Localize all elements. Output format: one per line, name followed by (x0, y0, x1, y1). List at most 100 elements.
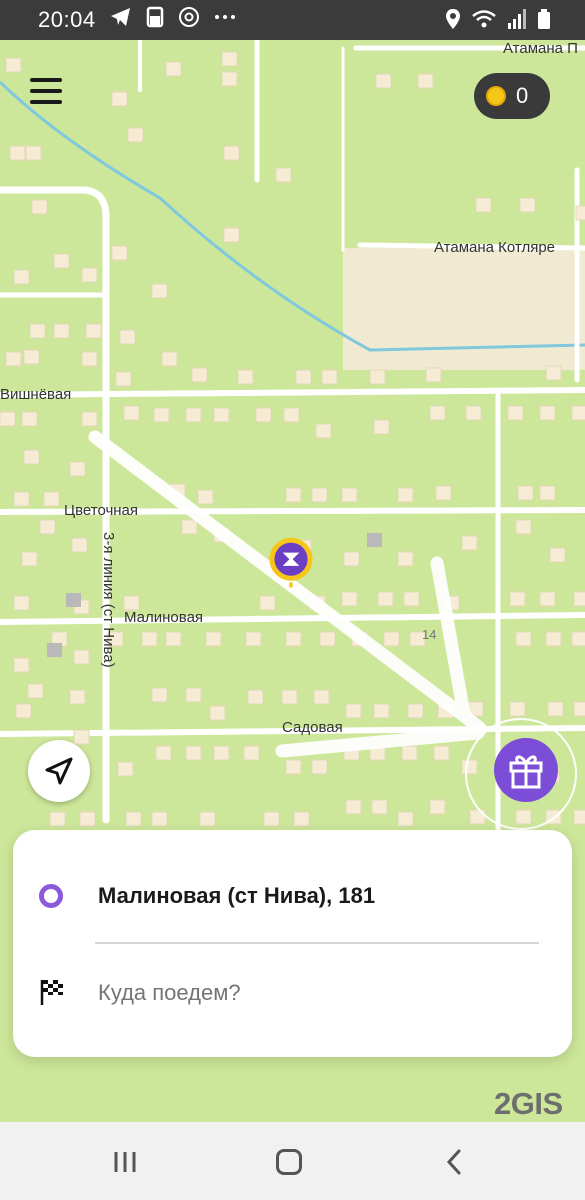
street-label: Цветочная (64, 502, 139, 519)
house-block (397, 487, 414, 503)
gift-button[interactable] (494, 738, 558, 802)
2gis-logo: 2GIS (494, 1086, 563, 1121)
house-block (237, 369, 254, 385)
house-block (123, 405, 140, 421)
house-block (375, 73, 392, 89)
street-label: Атамана Котляре (434, 239, 556, 256)
house-block (549, 547, 566, 563)
house-block (25, 145, 42, 161)
house-block (515, 519, 532, 535)
status-time: 20:04 (38, 7, 96, 32)
house-block (53, 323, 70, 339)
house-block (185, 687, 202, 703)
street-label: Вишнёвая (0, 386, 72, 403)
coins-balance-button[interactable]: 0 (474, 73, 550, 119)
house-block (259, 595, 276, 611)
house-block (153, 407, 170, 423)
home-icon[interactable] (276, 1149, 302, 1175)
house-block (573, 591, 585, 607)
house-block (573, 809, 585, 825)
street-label: Малиновая (124, 609, 204, 626)
house-block (13, 595, 30, 611)
navigation-arrow-icon (45, 757, 73, 785)
house-block (571, 631, 585, 647)
origin-circle-icon (39, 884, 63, 908)
house-block (43, 491, 60, 507)
house-block (151, 811, 168, 827)
house-block (27, 683, 44, 699)
house-block (53, 253, 70, 269)
house-block (311, 487, 328, 503)
street-label: 3-я линия (ст Нива) (100, 532, 117, 668)
cup-icon (146, 6, 164, 28)
house-block (111, 91, 128, 107)
house-block (155, 745, 172, 761)
house-block (429, 405, 446, 421)
house-block (243, 745, 260, 761)
house-block (213, 407, 230, 423)
house-block (191, 367, 208, 383)
origin-address[interactable]: Малиновая (ст Нива), 181 (98, 883, 375, 909)
house-block (165, 61, 182, 77)
house-block (341, 487, 358, 503)
house-block (539, 485, 556, 501)
house-block (223, 227, 240, 243)
house-block (371, 799, 388, 815)
house-block (403, 591, 420, 607)
house-block (127, 127, 144, 143)
house-block (311, 759, 328, 775)
house-block (209, 705, 226, 721)
house-block (81, 411, 98, 427)
house-block (401, 745, 418, 761)
house-block (13, 491, 30, 507)
origin-row[interactable]: Малиновая (ст Нива), 181 (13, 856, 572, 936)
house-block (115, 371, 132, 387)
house-block (509, 701, 526, 717)
destination-row[interactable] (13, 952, 572, 1032)
menu-button[interactable] (30, 78, 72, 112)
house-block (539, 405, 556, 421)
house-number: 14 (422, 627, 437, 642)
house-block (281, 689, 298, 705)
house-block (29, 323, 46, 339)
house-block (435, 485, 452, 501)
house-block (165, 631, 182, 647)
hamburger-icon (30, 78, 62, 82)
at-icon (179, 7, 199, 27)
house-block (69, 689, 86, 705)
back-icon[interactable] (444, 1148, 464, 1176)
house-block (13, 269, 30, 285)
house-block (117, 761, 134, 777)
house-block (161, 351, 178, 367)
house-block (69, 461, 86, 477)
house-block (545, 365, 562, 381)
status-bar: 20:04 (0, 0, 585, 40)
hamburger-icon (30, 89, 62, 93)
recent-apps-icon[interactable] (112, 1150, 140, 1174)
house-block (315, 423, 332, 439)
system-nav-bar (0, 1122, 585, 1200)
coins-value: 0 (516, 83, 529, 108)
my-location-button[interactable] (28, 740, 90, 802)
house-block (181, 519, 198, 535)
house-block (245, 631, 262, 647)
house-block (119, 329, 136, 345)
divider (95, 942, 539, 944)
house-block (321, 369, 338, 385)
checkered-flag-icon (40, 980, 63, 1005)
house-block (295, 369, 312, 385)
house-block (151, 283, 168, 299)
house-block (205, 631, 222, 647)
destination-input[interactable] (98, 980, 518, 1006)
coin-icon (486, 86, 506, 106)
house-block (31, 199, 48, 215)
house-block (313, 689, 330, 705)
map-pin-icon (269, 537, 313, 588)
house-block (221, 71, 238, 87)
house-block (319, 631, 336, 647)
house-block (397, 811, 414, 827)
house-block (507, 405, 524, 421)
house-block (285, 487, 302, 503)
house-block (5, 351, 22, 367)
hamburger-icon (30, 100, 62, 104)
